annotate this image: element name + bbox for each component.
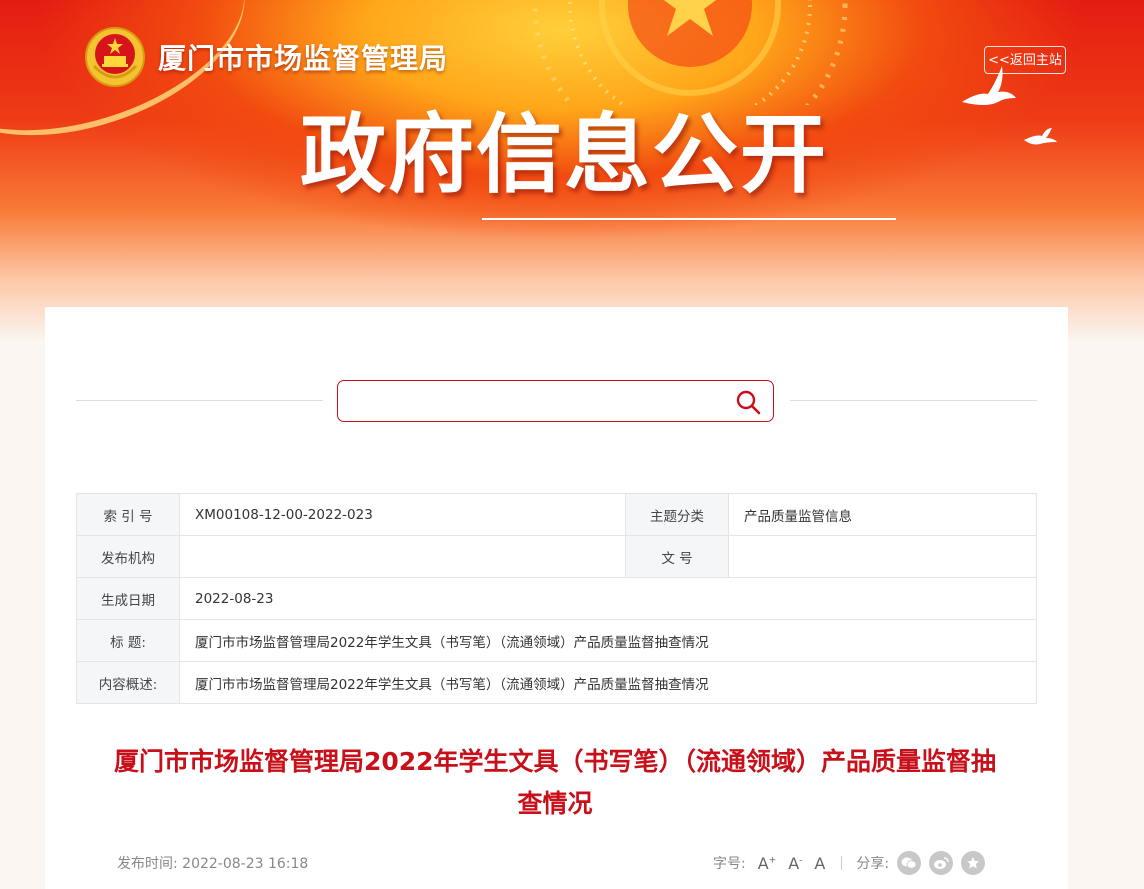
topic-label: 主题分类 <box>625 493 729 536</box>
article-title: 厦门市市场监督管理局2022年学生文具（书写笔）（流通领域）产品质量监督抽查情况 <box>113 747 997 818</box>
divider-right <box>790 400 1037 401</box>
favorite-icon[interactable] <box>961 851 986 875</box>
publisher-label: 发布机构 <box>76 535 180 578</box>
site-logo[interactable]: 厦门市市场监督管理局 <box>84 26 448 88</box>
table-row: 生成日期 2022-08-23 <box>76 577 1037 620</box>
topic-value: 产品质量监管信息 <box>728 493 1037 536</box>
content-card: 索 引 号 XM00108-12-00-2022-023 主题分类 产品质量监管… <box>45 307 1068 889</box>
document-info-table: 索 引 号 XM00108-12-00-2022-023 主题分类 产品质量监管… <box>76 493 1037 704</box>
docno-label: 文 号 <box>625 535 729 578</box>
hero-underline <box>482 218 896 220</box>
title-value: 厦门市市场监督管理局2022年学生文具（书写笔）（流通领域）产品质量监督抽查情况 <box>179 619 1037 662</box>
table-row: 内容概述: 厦门市市场监督管理局2022年学生文具（书写笔）（流通领域）产品质量… <box>76 661 1037 704</box>
search-box <box>337 380 774 422</box>
font-larger-mark: + <box>768 855 777 866</box>
publish-time: 2022-08-23 16:18 <box>182 856 309 872</box>
search-icon[interactable] <box>735 389 761 415</box>
font-smaller-glyph: A <box>788 853 800 873</box>
date-value: 2022-08-23 <box>179 577 1037 620</box>
table-row: 发布机构 文 号 <box>76 535 1037 578</box>
index-value: XM00108-12-00-2022-023 <box>179 493 626 536</box>
summary-label: 内容概述: <box>76 661 180 704</box>
publisher-value <box>179 535 626 578</box>
search-input[interactable] <box>348 387 722 415</box>
site-name: 厦门市市场监督管理局 <box>158 42 449 75</box>
font-size-label: 字号: <box>713 856 746 872</box>
hero-title: 政府信息公开 <box>300 104 828 205</box>
publish-info: 发布时间: 2022-08-23 16:18 <box>117 853 308 873</box>
banner-emblem-glow-icon <box>532 0 848 105</box>
index-label: 索 引 号 <box>76 493 180 536</box>
wechat-icon[interactable] <box>897 851 922 875</box>
docno-value <box>728 535 1037 578</box>
title-label: 标 题: <box>76 619 180 662</box>
national-emblem-icon <box>85 27 145 87</box>
font-normal-button[interactable]: A <box>814 854 825 873</box>
font-larger-button[interactable]: A+ <box>758 854 777 873</box>
summary-value: 厦门市市场监督管理局2022年学生文具（书写笔）（流通领域）产品质量监督抽查情况 <box>179 661 1037 704</box>
date-label: 生成日期 <box>76 577 180 620</box>
tools-divider <box>841 856 843 870</box>
font-smaller-mark: - <box>799 855 803 866</box>
publish-label: 发布时间: <box>117 856 178 872</box>
font-smaller-button[interactable]: A- <box>788 854 802 873</box>
share-label: 分享: <box>856 856 890 872</box>
font-larger-glyph: A <box>757 853 769 873</box>
dove-icon <box>1024 128 1057 145</box>
header-banner: 厦门市市场监督管理局 <<返回主站 政府信息公开 <box>0 0 1144 340</box>
weibo-icon[interactable] <box>929 851 954 875</box>
divider-left <box>76 400 323 401</box>
table-row: 索 引 号 XM00108-12-00-2022-023 主题分类 产品质量监管… <box>76 493 1037 536</box>
dove-icon <box>962 66 1016 105</box>
article-tools: 字号: A+ A- A 分享: <box>713 851 986 875</box>
table-row: 标 题: 厦门市市场监督管理局2022年学生文具（书写笔）（流通领域）产品质量监… <box>76 619 1037 662</box>
